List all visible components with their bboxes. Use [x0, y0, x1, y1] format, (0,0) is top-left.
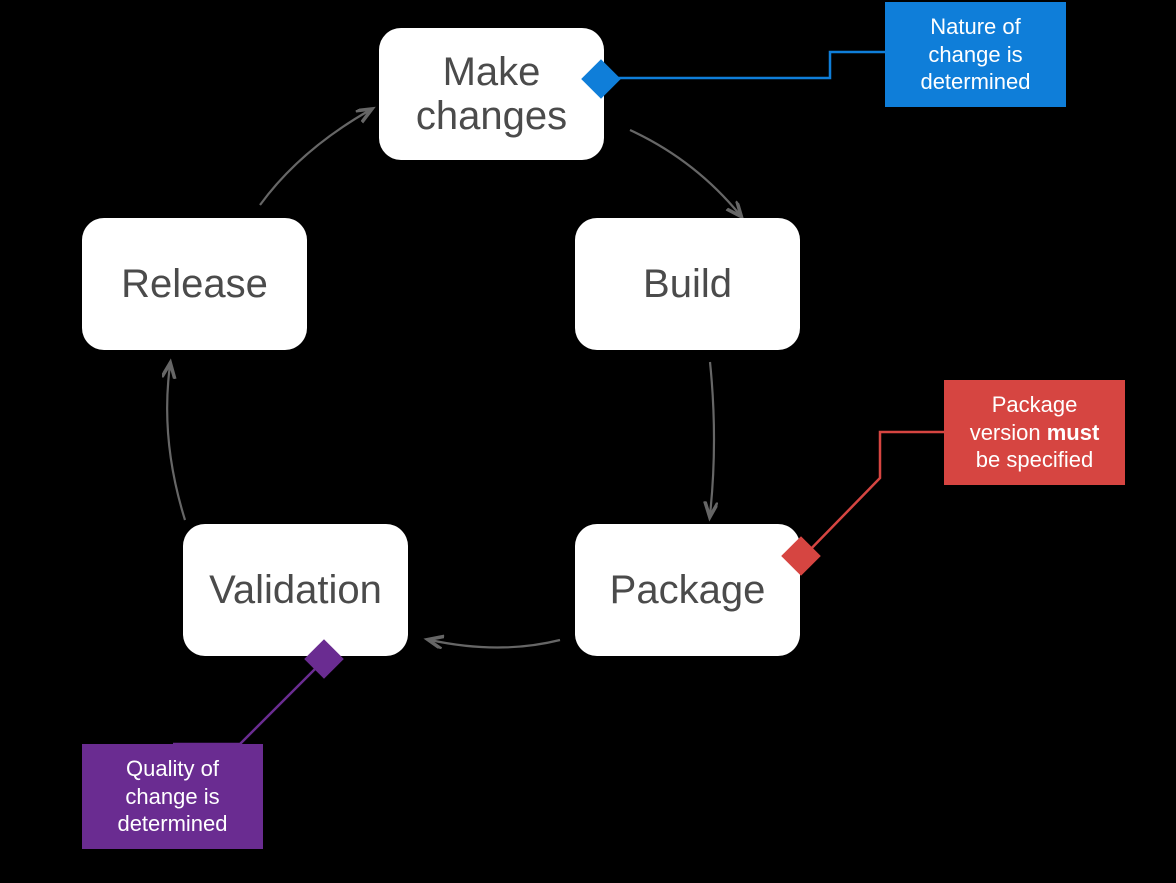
node-make-changes: Make changes	[379, 28, 604, 160]
callout-purple-text: Quality of change is determined	[94, 755, 251, 838]
node-validation-label: Validation	[209, 568, 382, 612]
callout-red-bold: must	[1047, 420, 1100, 445]
node-package: Package	[575, 524, 800, 656]
arrow-package-validation	[430, 640, 560, 648]
node-release-label: Release	[121, 262, 268, 306]
callout-blue-text: Nature of change is determined	[897, 13, 1054, 96]
callout-red-post: be specified	[976, 447, 1093, 472]
node-package-label: Package	[610, 568, 766, 612]
callout-purple: Quality of change is determined	[82, 744, 263, 849]
connector-red	[804, 432, 944, 556]
callout-red-text: Package version must be specified	[956, 391, 1113, 474]
callout-blue: Nature of change is determined	[885, 2, 1066, 107]
arrow-build-package	[710, 362, 714, 515]
callout-red: Package version must be specified	[944, 380, 1125, 485]
connector-blue	[604, 52, 885, 78]
node-release: Release	[82, 218, 307, 350]
arrow-makechanges-build	[630, 130, 740, 215]
node-make-changes-label: Make changes	[395, 50, 588, 138]
node-build: Build	[575, 218, 800, 350]
connector-purple	[173, 660, 324, 744]
node-build-label: Build	[643, 262, 732, 306]
node-validation: Validation	[183, 524, 408, 656]
arrow-release-makechanges	[260, 110, 370, 205]
arrow-validation-release	[167, 365, 185, 520]
